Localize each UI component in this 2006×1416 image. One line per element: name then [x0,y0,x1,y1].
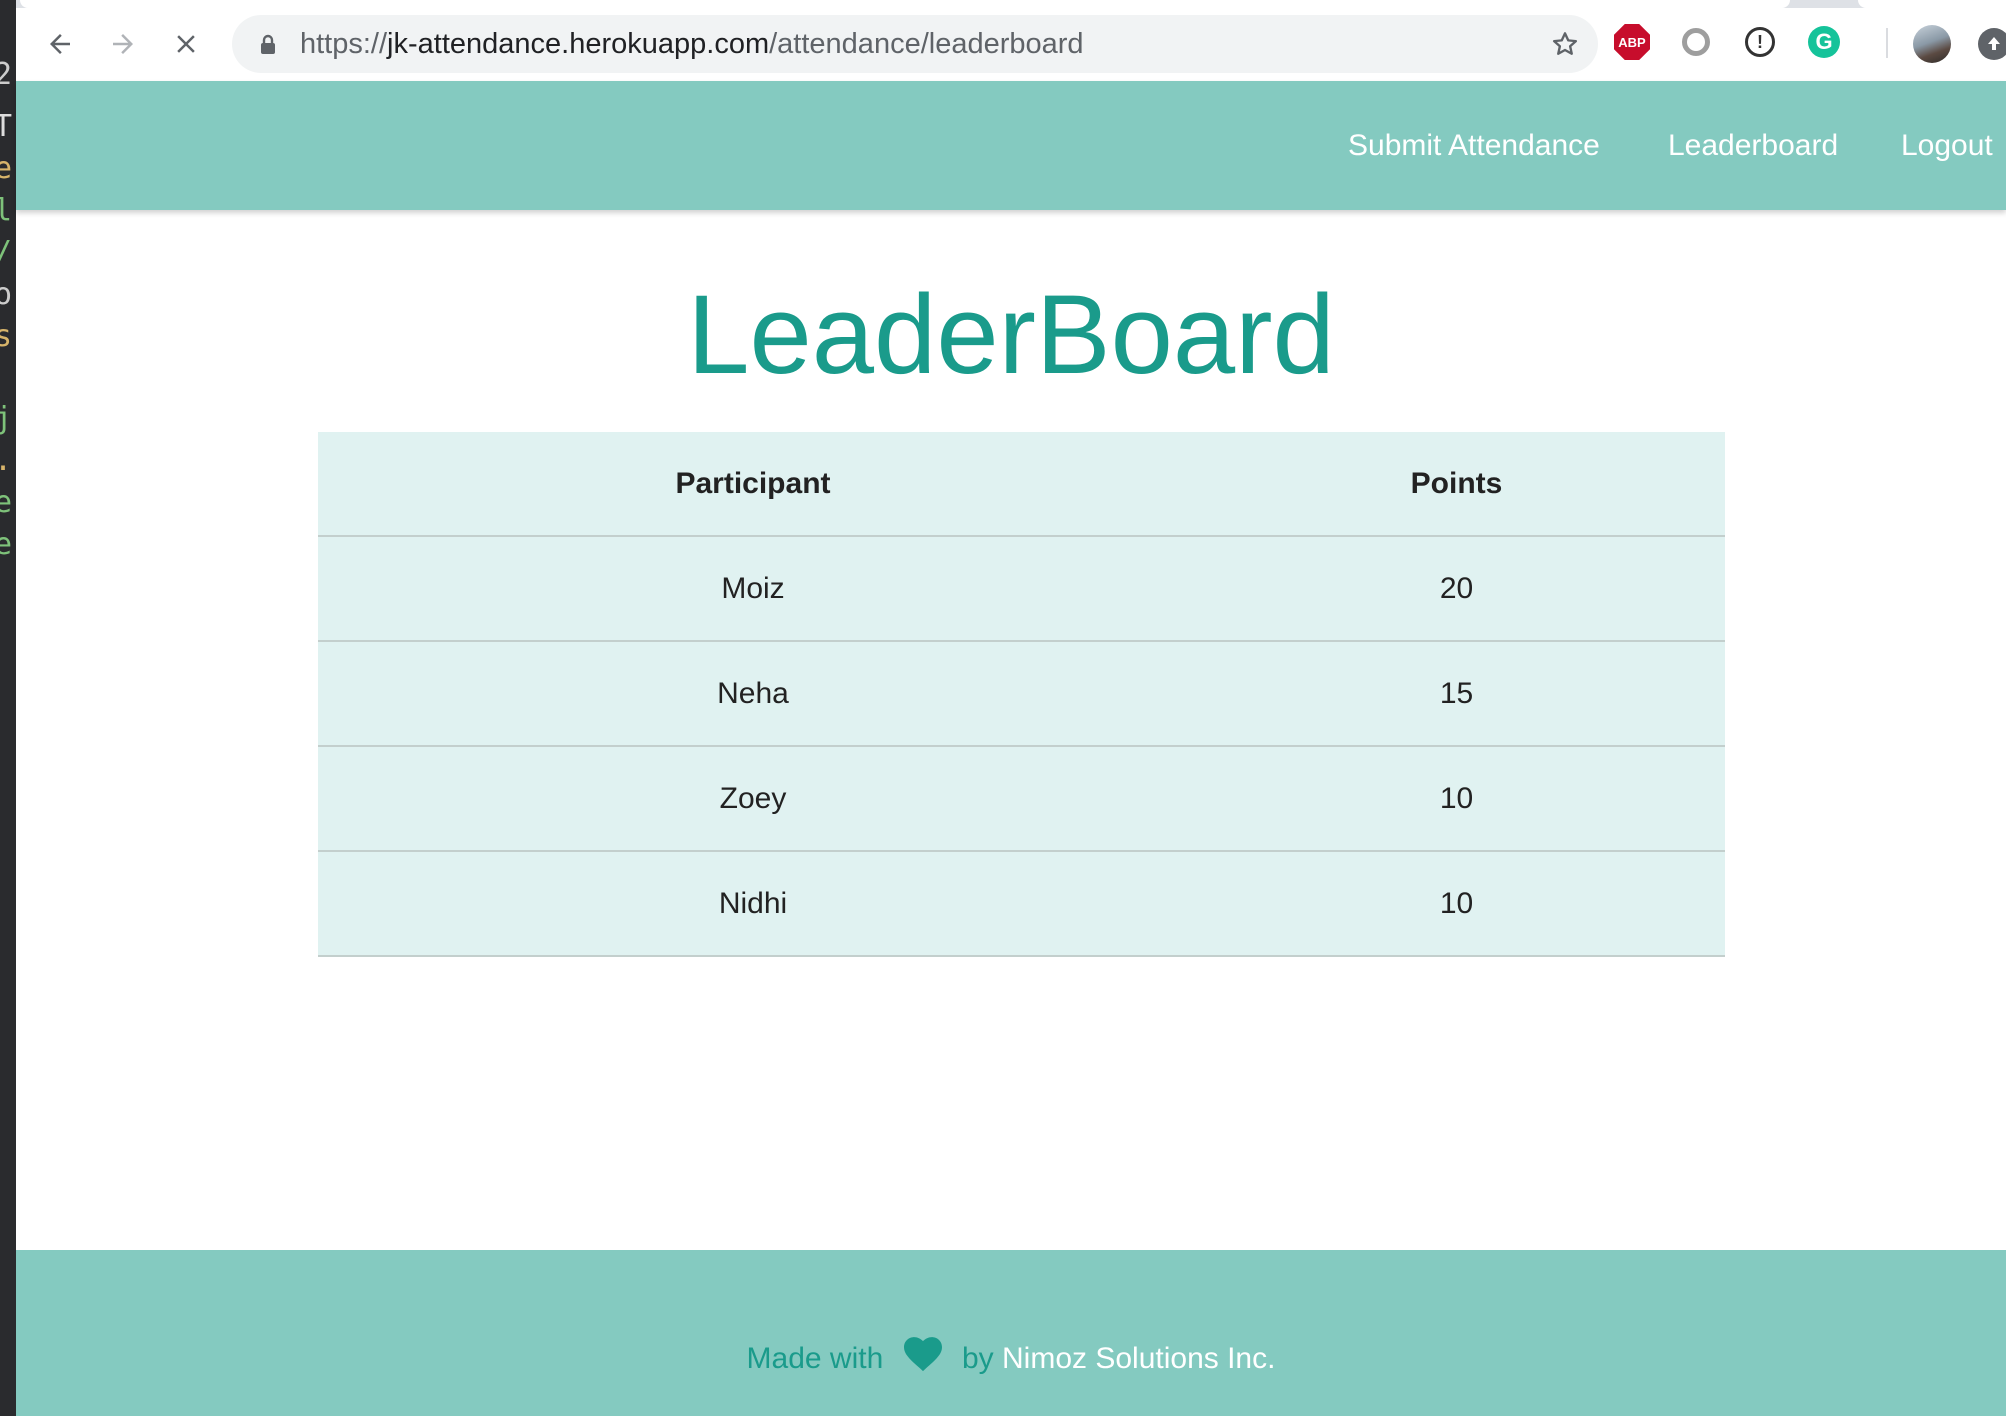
active-tab[interactable] [20,0,1790,8]
back-button[interactable] [38,22,82,66]
url-text: https://jk-attendance.herokuapp.com/atte… [300,15,1084,73]
stop-loading-icon [177,35,195,53]
back-arrow-icon [50,34,70,54]
lock-icon [261,34,275,54]
toolbar-separator [1886,28,1888,58]
table-row: Neha 15 [318,641,1725,747]
background-editor-window: 2 T e l / o s j . e e [0,0,16,1416]
table-header-row: Participant Points [318,432,1725,537]
nav-submit-attendance[interactable]: Submit Attendance [1348,81,1600,210]
circle-extension-icon[interactable] [1678,24,1714,60]
forward-button[interactable] [101,22,145,66]
address-bar[interactable]: https://jk-attendance.herokuapp.com/atte… [232,15,1598,73]
participant-name: Nidhi [318,851,1188,957]
adblock-extension-icon[interactable]: ABP [1614,24,1650,60]
page-title: LeaderBoard [687,272,1335,397]
browser-toolbar: https://jk-attendance.herokuapp.com/atte… [16,0,2006,82]
participant-points: 15 [1188,641,1725,747]
header-points: Points [1188,432,1725,537]
header-participant: Participant [318,432,1188,537]
site-footer: Made with by Nimoz Solutions Inc. [16,1250,2006,1416]
profile-avatar[interactable] [1913,25,1951,63]
nav-logout[interactable]: Logout [1901,81,1993,210]
inactive-tab[interactable] [1858,0,2006,8]
grammarly-extension-icon[interactable]: G [1806,24,1842,60]
footer-by: by [961,1342,994,1375]
password-manager-extension-icon[interactable]: ! [1742,24,1778,60]
participant-name: Moiz [318,536,1188,642]
participant-points: 10 [1188,746,1725,852]
footer-credit: Made with by Nimoz Solutions Inc. [16,1334,2006,1376]
site-navbar: Submit Attendance Leaderboard Logout [16,81,2006,210]
participant-name: Zoey [318,746,1188,852]
url-host: jk-attendance.herokuapp.com [387,28,770,60]
table-row: Nidhi 10 [318,851,1725,957]
update-icon [1988,37,2000,50]
participant-points: 20 [1188,536,1725,642]
footer-company-link[interactable]: Nimoz Solutions Inc. [1002,1342,1275,1375]
heart-icon [903,1337,942,1372]
table-row: Zoey 10 [318,746,1725,852]
participant-points: 10 [1188,851,1725,957]
url-scheme: https:// [300,28,388,60]
leaderboard-table: Participant Points Moiz 20 Neha 15 Zoey … [318,432,1725,957]
update-button[interactable] [1978,28,2006,60]
url-path: /attendance/leaderboard [769,28,1084,60]
table-row: Moiz 20 [318,536,1725,642]
nav-leaderboard[interactable]: Leaderboard [1668,81,1838,210]
tab-strip [16,0,2006,8]
star-icon[interactable] [1550,29,1580,59]
participant-name: Neha [318,641,1188,747]
forward-arrow-icon [113,34,133,54]
stop-loading-button[interactable] [164,22,208,66]
footer-prefix: Made with [746,1342,884,1375]
